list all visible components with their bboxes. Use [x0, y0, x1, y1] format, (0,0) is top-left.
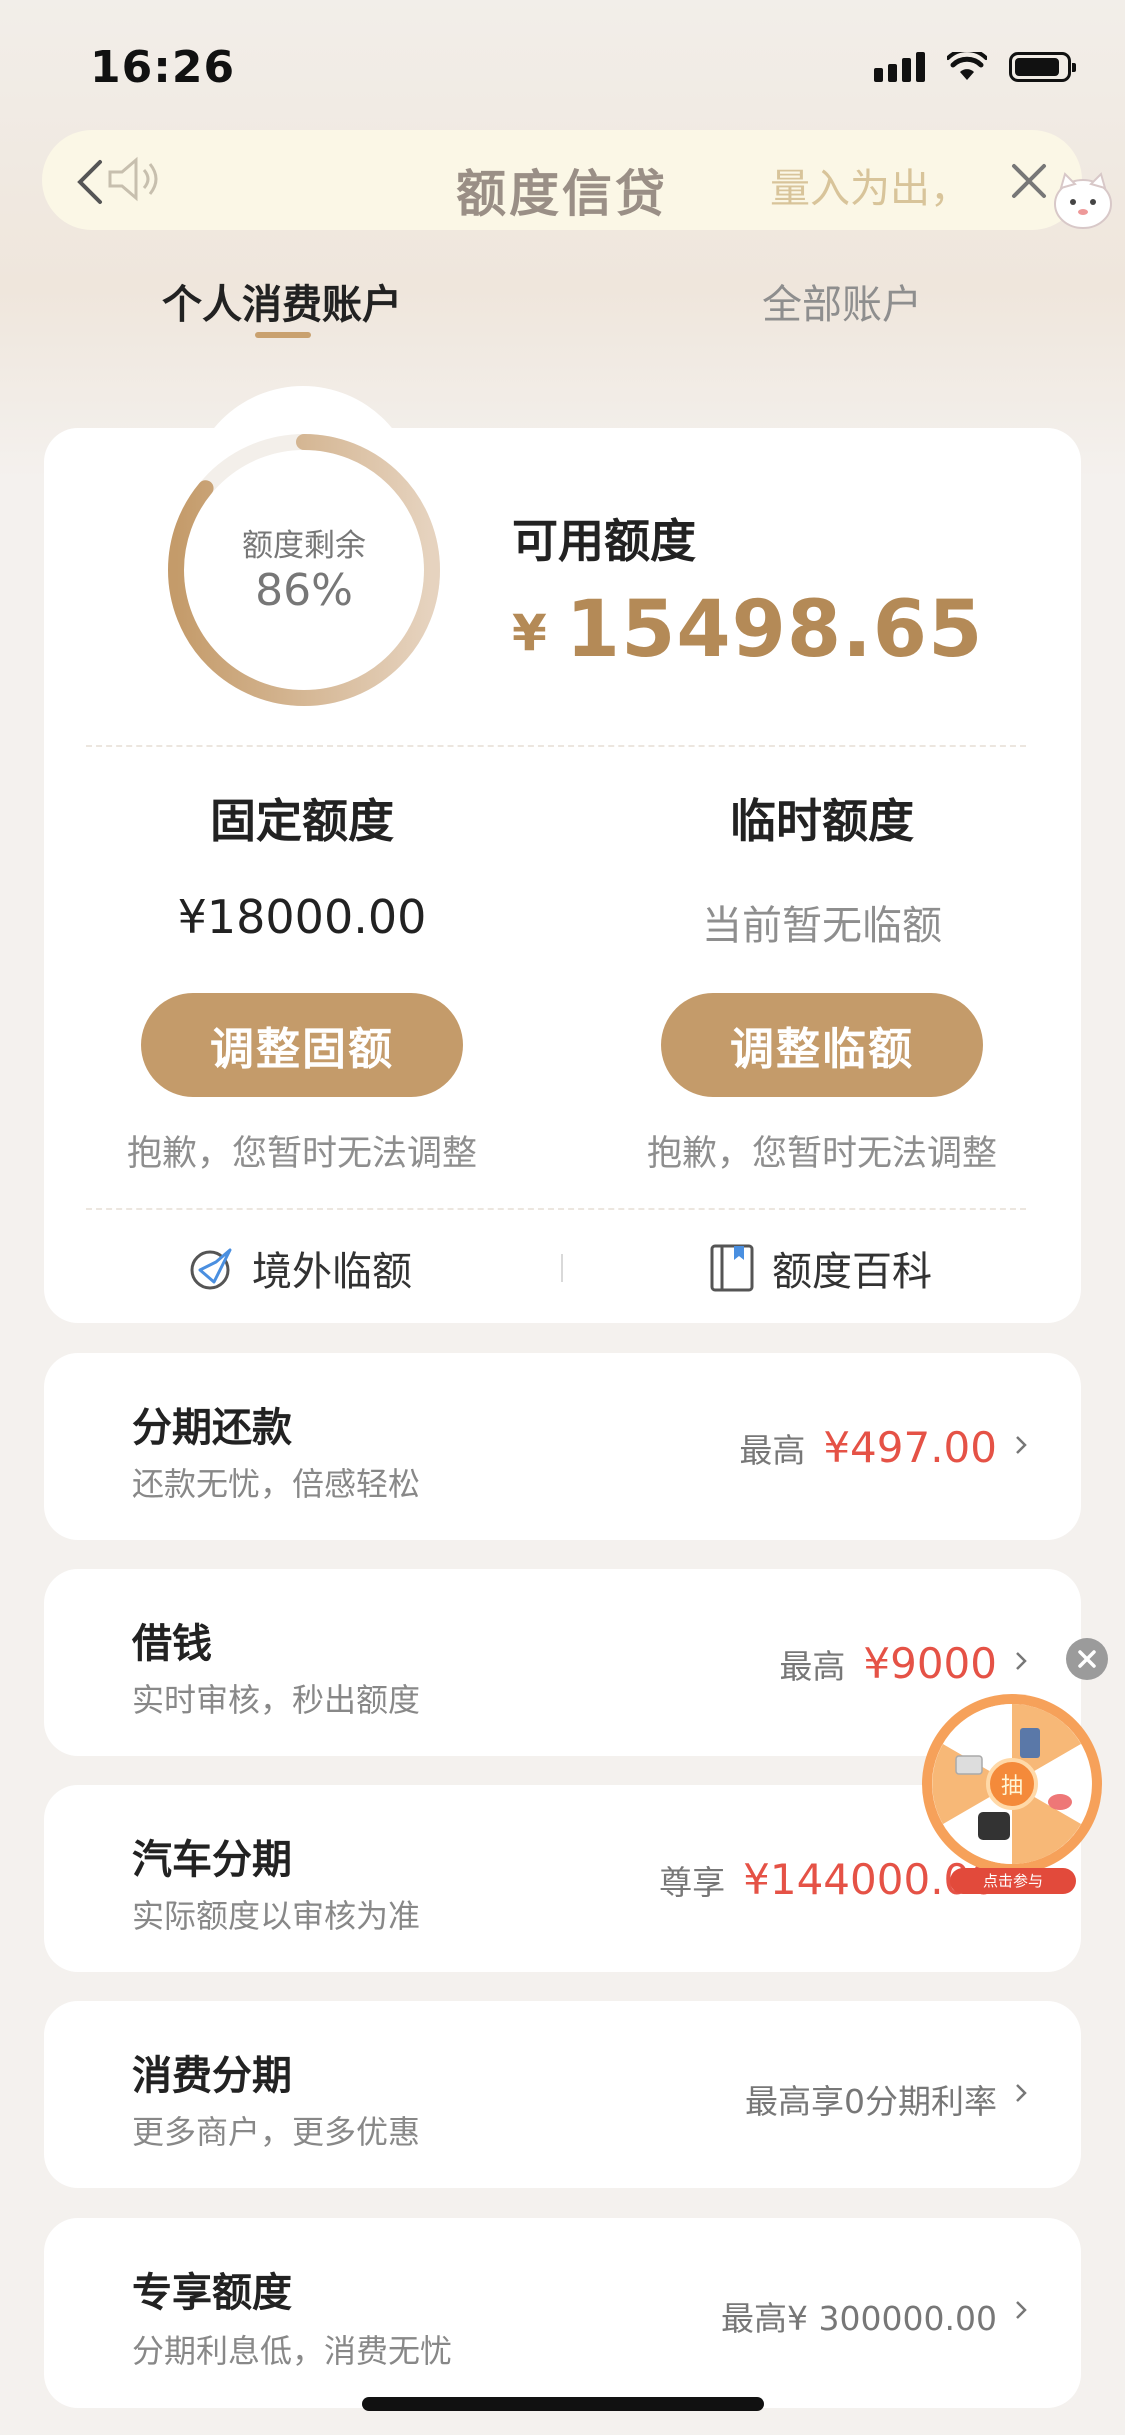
value-prefix: 尊享: [659, 1863, 726, 1902]
overseas-temp-quota-link[interactable]: 境外临额: [186, 1238, 412, 1298]
cosmetic-prize-icon: [1048, 1794, 1072, 1810]
list-item-value: 最高 ¥9000: [779, 1639, 997, 1688]
wifi-icon: [947, 52, 987, 80]
value-text: 最高享0分期利率: [745, 2082, 997, 2121]
divider: [86, 745, 1026, 747]
nav-bar: 额度信贷 量入为出，: [42, 130, 1112, 230]
chevron-right-icon: [1016, 1652, 1027, 1670]
available-amount-value: 15498.65: [565, 585, 984, 675]
mascot-icon[interactable]: [1047, 166, 1119, 236]
list-item-title: 消费分期: [132, 2053, 292, 2099]
wheel-center-text: 抽: [1001, 1774, 1023, 1799]
status-icons: [874, 52, 1076, 82]
phone-prize-icon: [1020, 1728, 1040, 1758]
value-prefix: 最高: [779, 1647, 846, 1686]
list-item-value: 最高 ¥497.00: [739, 1423, 997, 1472]
fixed-quota-title: 固定额度: [210, 794, 394, 848]
divider: [86, 1208, 1026, 1210]
list-item-subtitle: 实际额度以审核为准: [132, 1897, 421, 1935]
lottery-wheel-widget[interactable]: 抽 点击参与: [920, 1692, 1110, 1897]
status-time: 16:26: [90, 42, 236, 93]
plane-globe-icon: [190, 1248, 232, 1290]
gift-prize-icon: [955, 1755, 983, 1775]
temp-quota-value: 当前暂无临额: [702, 903, 942, 949]
available-quota-amount: ¥15498.65: [512, 585, 983, 675]
list-item-installment-repay[interactable]: 分期还款 还款无忧，倍感轻松 最高 ¥497.00: [44, 1353, 1081, 1540]
chevron-right-icon: [1016, 2301, 1027, 2319]
list-item-title: 汽车分期: [132, 1837, 292, 1883]
temp-quota-note: 抱歉，您暂时无法调整: [646, 1134, 997, 1174]
list-item-title: 分期还款: [132, 1405, 292, 1451]
list-item-subtitle: 实时审核，秒出额度: [132, 1681, 421, 1719]
temp-quota-title: 临时额度: [730, 794, 914, 848]
value-amount: ¥9000: [863, 1639, 997, 1688]
quota-encyclopedia-label: 额度百科: [772, 1249, 932, 1295]
tab-all-accounts[interactable]: 全部账户: [762, 272, 922, 330]
fixed-quota-note: 抱歉，您暂时无法调整: [126, 1134, 477, 1174]
chevron-right-icon: [1016, 2084, 1027, 2102]
list-item-subtitle: 更多商户，更多优惠: [132, 2113, 421, 2151]
list-item-consumer-installment[interactable]: 消费分期 更多商户，更多优惠 最高享0分期利率: [44, 2001, 1081, 2188]
fixed-quota-value: ¥18000.00: [177, 890, 427, 944]
notice-marquee[interactable]: 量入为出，: [770, 156, 990, 214]
value-text: 最高¥ 300000.00: [721, 2299, 997, 2338]
list-item-subtitle: 还款无忧，倍感轻松: [132, 1465, 421, 1503]
camera-prize-icon: [978, 1812, 1010, 1840]
adjust-temp-quota-button[interactable]: 调整临额: [661, 993, 983, 1097]
value-prefix: 最高: [739, 1431, 806, 1470]
link-separator: [561, 1254, 563, 1282]
quota-encyclopedia-link[interactable]: 额度百科: [706, 1238, 932, 1298]
tab-personal-account[interactable]: 个人消费账户: [162, 272, 402, 330]
list-item-exclusive-quota[interactable]: 专享额度 分期利息低，消费无忧 最高¥ 300000.00: [44, 2218, 1081, 2408]
list-item-subtitle: 分期利息低，消费无忧: [132, 2332, 453, 2370]
wheel-caption-text: 点击参与: [983, 1872, 1043, 1890]
close-icon: [1078, 1650, 1096, 1668]
adjust-fixed-quota-button[interactable]: 调整固额: [141, 993, 463, 1097]
float-widget-close-button[interactable]: [1066, 1638, 1108, 1680]
book-icon: [710, 1244, 754, 1292]
ring-label: 额度剩余: [242, 528, 366, 564]
tab-active-indicator: [255, 332, 311, 338]
chevron-right-icon: [1016, 1436, 1027, 1454]
cellular-signal-icon: [874, 52, 925, 82]
available-quota-label: 可用额度: [512, 514, 696, 568]
value-amount: ¥497.00: [823, 1423, 997, 1472]
list-item-title: 专享额度: [132, 2270, 292, 2316]
currency-symbol: ¥: [512, 604, 548, 662]
ring-percentage: 86%: [255, 565, 353, 616]
home-indicator[interactable]: [362, 2397, 764, 2411]
list-item-value: 最高¥ 300000.00: [721, 2292, 997, 2340]
status-bar: 16:26: [0, 0, 1125, 130]
list-item-title: 借钱: [132, 1621, 212, 1667]
battery-icon: [1009, 52, 1076, 82]
list-item-value: 最高享0分期利率: [745, 2075, 997, 2123]
overseas-temp-quota-label: 境外临额: [252, 1249, 412, 1295]
account-tabs: 个人消费账户 全部账户: [0, 260, 1125, 350]
